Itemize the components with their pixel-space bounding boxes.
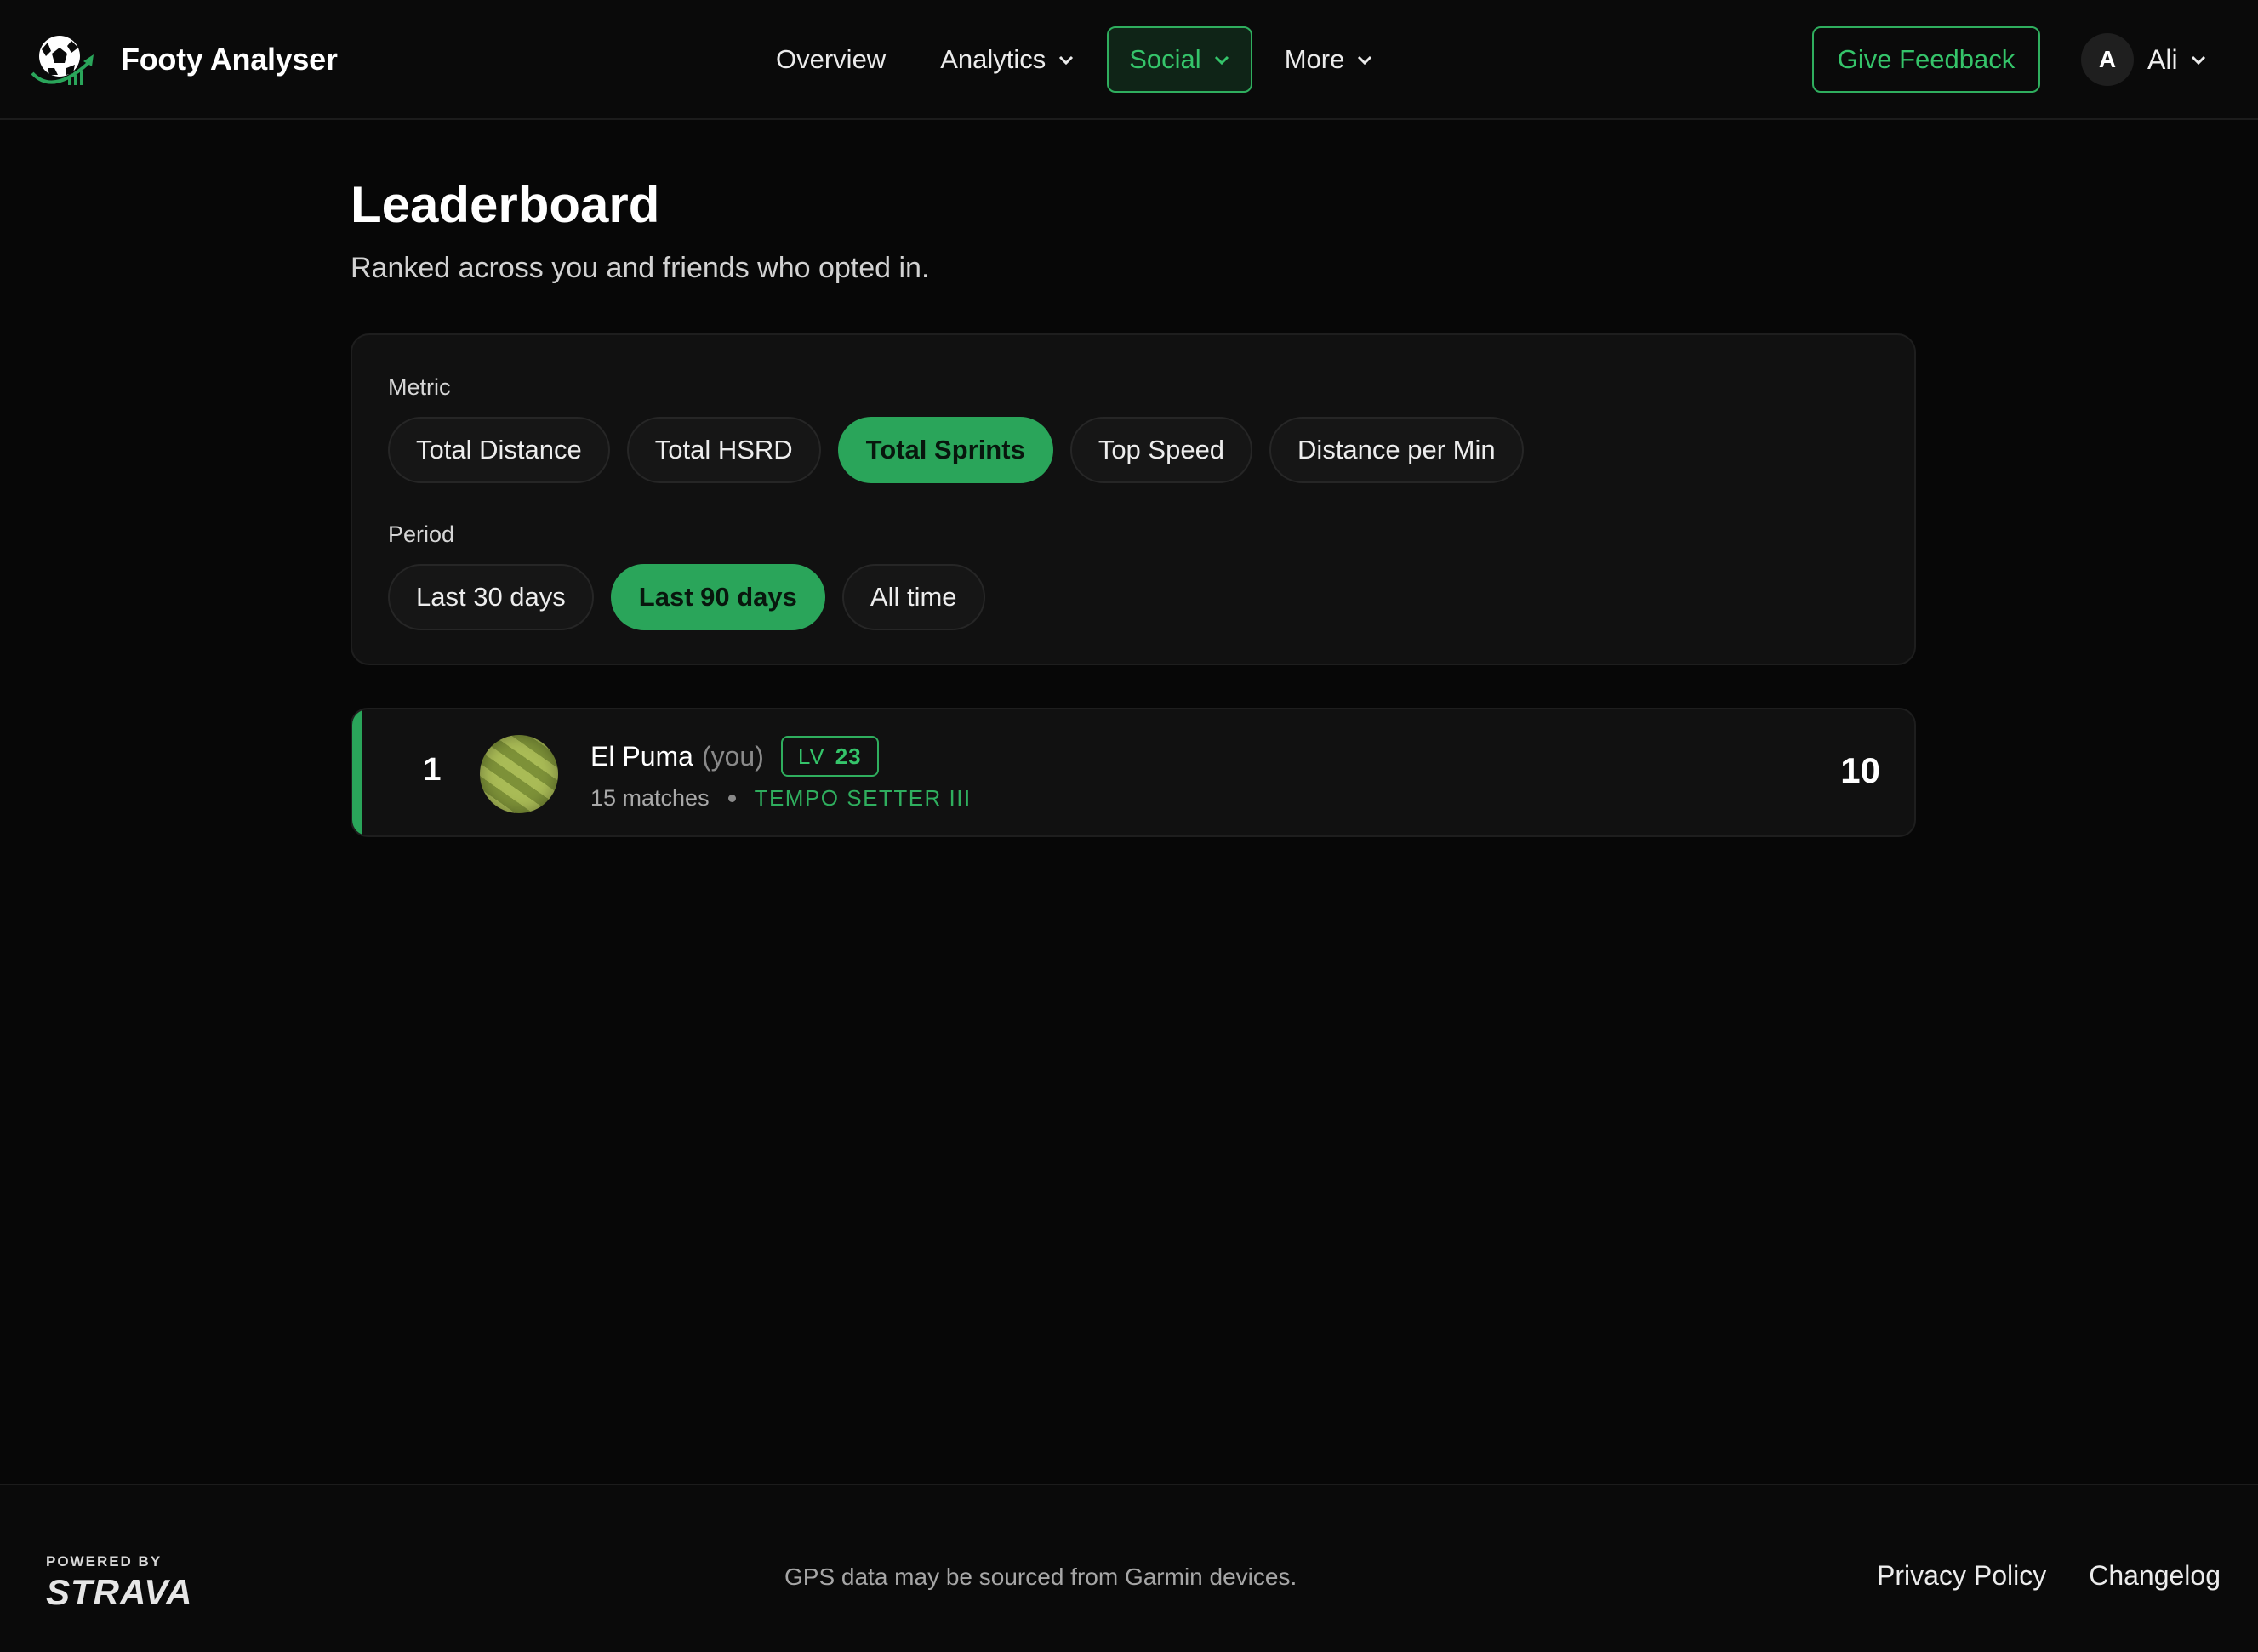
powered-by-label: POWERED BY <box>46 1553 163 1569</box>
chevron-down-icon <box>1214 55 1229 66</box>
period-chip-last-30-days[interactable]: Last 30 days <box>388 564 594 630</box>
player-name-line: El Puma (you) LV 23 <box>590 735 879 778</box>
nav-links: Overview Analytics Social More <box>749 26 1400 94</box>
powered-by-strava: POWERED BY STRAVA <box>46 1553 192 1613</box>
period-label: Period <box>388 521 455 547</box>
football-logo-icon <box>31 36 94 85</box>
user-name: Ali <box>2147 43 2178 75</box>
metric-value: 10 <box>1840 750 1880 790</box>
nav-item-label: Analytics <box>940 44 1046 74</box>
footer-links: Privacy Policy Changelog <box>1834 1560 2221 1592</box>
top-nav: Footy Analyser Overview Analytics Social… <box>0 0 2258 120</box>
row-highlight-bar <box>352 709 362 835</box>
footer-note: GPS data may be sourced from Garmin devi… <box>784 1564 1297 1590</box>
level-badge: LV 23 <box>780 736 879 777</box>
chevron-down-icon <box>1358 55 1372 66</box>
separator-dot <box>727 794 736 802</box>
player-title: TEMPO SETTER III <box>754 784 972 811</box>
rank: 1 <box>423 752 442 788</box>
nav-item-label: Overview <box>776 44 887 74</box>
avatar <box>480 735 558 813</box>
level-number: 23 <box>835 743 862 769</box>
metric-chip-total-hsrd[interactable]: Total HSRD <box>626 417 821 483</box>
nav-item-overview[interactable]: Overview <box>749 26 913 93</box>
page-subtitle: Ranked across you and friends who opted … <box>351 252 930 284</box>
nav-item-analytics[interactable]: Analytics <box>913 26 1102 93</box>
metric-chip-total-distance[interactable]: Total Distance <box>388 417 610 483</box>
period-chips: Last 30 days Last 90 days All time <box>388 564 1002 630</box>
level-prefix: LV <box>797 743 825 769</box>
nav-item-label: More <box>1284 44 1345 74</box>
avatar: A <box>2081 33 2134 86</box>
player-name: El Puma <box>590 740 693 772</box>
brand[interactable]: Footy Analyser <box>27 29 338 90</box>
footer: POWERED BY STRAVA GPS data may be source… <box>0 1484 2258 1652</box>
you-tag: (you) <box>701 740 764 772</box>
page-title: Leaderboard <box>351 176 660 233</box>
nav-item-more[interactable]: More <box>1257 26 1401 93</box>
period-chip-last-90-days[interactable]: Last 90 days <box>610 564 825 630</box>
metric-label: Metric <box>388 374 451 400</box>
changelog-link[interactable]: Changelog <box>2089 1560 2221 1592</box>
chevron-down-icon <box>1059 55 1074 66</box>
strava-logo: STRAVA <box>46 1572 193 1612</box>
match-count: 15 matches <box>590 784 710 811</box>
filter-panel: Metric Total Distance Total HSRD Total S… <box>351 333 1916 665</box>
nav-item-social[interactable]: Social <box>1107 26 1252 93</box>
privacy-policy-link[interactable]: Privacy Policy <box>1877 1560 2046 1592</box>
user-menu[interactable]: A Ali <box>2081 33 2207 86</box>
metric-chip-total-sprints[interactable]: Total Sprints <box>837 417 1053 483</box>
brand-name: Footy Analyser <box>121 42 338 77</box>
nav-item-label: Social <box>1129 44 1201 74</box>
chevron-down-icon <box>2191 55 2205 66</box>
metric-chip-top-speed[interactable]: Top Speed <box>1069 417 1253 483</box>
give-feedback-button[interactable]: Give Feedback <box>1812 26 2040 93</box>
period-chip-all-time[interactable]: All time <box>841 564 985 630</box>
metric-chip-distance-per-min[interactable]: Distance per Min <box>1269 417 1524 483</box>
player-meta-line: 15 matches TEMPO SETTER III <box>590 781 972 815</box>
leaderboard-row[interactable]: 1 El Puma (you) LV 23 15 matches TEMPO S… <box>351 708 1916 837</box>
metric-chips: Total Distance Total HSRD Total Sprints … <box>388 417 1541 483</box>
